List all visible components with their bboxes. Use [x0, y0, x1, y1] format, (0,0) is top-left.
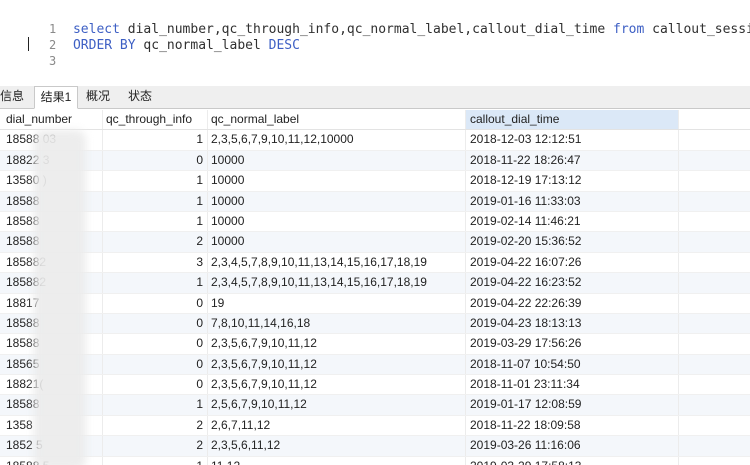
table-row[interactable]: 13580 ) 1 10000 2018-12-19 17:13:12	[0, 171, 750, 192]
cell-qc-normal-label[interactable]: 2,3,5,6,11,12	[208, 436, 466, 456]
column-header-qc-through-info[interactable]: qc_through_info	[103, 110, 208, 130]
cell-qc-through-info[interactable]: 2	[103, 232, 208, 252]
blur-redaction	[34, 130, 86, 465]
cell-callout-dial-time[interactable]: 2019-03-29 17:56:26	[466, 334, 679, 354]
column-header-qc-normal-label[interactable]: qc_normal_label	[208, 110, 466, 130]
table-row[interactable]: 185882 3 2,3,4,5,7,8,9,10,11,13,14,15,16,1…	[0, 252, 750, 274]
cell-qc-through-info[interactable]: 1	[103, 171, 208, 191]
result-tabbar: 信息 结果1 概况 状态	[0, 86, 750, 109]
cell-callout-dial-time[interactable]: 2019-04-22 22:26:39	[466, 293, 679, 313]
tab-info[interactable]: 信息	[0, 86, 28, 108]
cell-qc-normal-label[interactable]: 7,8,10,11,14,16,18	[208, 313, 466, 334]
result-grid[interactable]: dial_number qc_through_info qc_normal_la…	[0, 110, 750, 465]
table-row[interactable]: 18822 3 0 10000 2018-11-22 18:26:47	[0, 150, 750, 172]
cell-callout-dial-time[interactable]: 2018-12-03 12:12:51	[466, 130, 679, 150]
table-row[interactable]: 18588 03 1 2,3,5,6,7,9,10,11,12,10000 2018-…	[0, 130, 750, 151]
cell-qc-through-info[interactable]: 0	[103, 313, 208, 334]
editor-line: 2 ORDER BY qc_normal_label DESC	[0, 21, 300, 53]
cell-callout-dial-time[interactable]: 2019-02-20 15:36:52	[466, 232, 679, 252]
table-row[interactable]: 18588 0 2,3,5,6,7,9,10,11,12 2019-03-29 17:…	[0, 334, 750, 355]
cell-qc-normal-label[interactable]: 19	[208, 293, 466, 313]
cell-qc-normal-label[interactable]: 10000	[208, 150, 466, 171]
cell-callout-dial-time[interactable]: 2019-01-16 11:33:03	[466, 191, 679, 211]
cell-callout-dial-time[interactable]: 2018-11-22 18:09:58	[466, 415, 679, 436]
cell-callout-dial-time[interactable]: 2019-01-17 12:08:59	[466, 395, 679, 415]
cell-qc-through-info[interactable]: 0	[103, 334, 208, 354]
cell-qc-through-info[interactable]: 2	[103, 436, 208, 456]
table-row[interactable]: 18588 1 10000 2019-01-16 11:33:03	[0, 191, 750, 212]
sql-keyword: ORDER BY	[72, 38, 136, 53]
cell-callout-dial-time[interactable]: 2018-11-07 10:54:50	[466, 354, 679, 375]
cell-qc-through-info[interactable]: 0	[103, 150, 208, 171]
cell-qc-through-info[interactable]: 0	[103, 375, 208, 395]
cell-qc-normal-label[interactable]: 10000	[208, 211, 466, 232]
cell-qc-normal-label[interactable]: 10000	[208, 232, 466, 252]
grid-body: 18588 03 1 2,3,5,6,7,9,10,11,12,10000 2018-…	[0, 130, 750, 465]
cell-qc-through-info[interactable]: 1	[103, 456, 208, 465]
text-caret	[28, 37, 29, 51]
cell-qc-normal-label[interactable]: 2,3,4,5,7,8,9,10,11,13,14,15,16,17,18,19	[208, 273, 466, 293]
cell-callout-dial-time[interactable]: 2018-11-22 18:26:47	[466, 150, 679, 171]
cell-callout-dial-time[interactable]: 2018-11-01 23:11:34	[466, 375, 679, 395]
tab-result1[interactable]: 结果1	[34, 86, 78, 109]
table-row[interactable]: 18588 2 10000 2019-02-20 15:36:52	[0, 232, 750, 253]
table-row[interactable]: 18817 0 19 2019-04-22 22:26:39	[0, 293, 750, 314]
table-row[interactable]: 1852 5 2 2,3,5,6,11,12 2019-03-26 11:16:06	[0, 436, 750, 457]
cell-qc-through-info[interactable]: 1	[103, 395, 208, 415]
cell-qc-normal-label[interactable]: 10000	[208, 191, 466, 211]
cell-qc-through-info[interactable]: 1	[103, 211, 208, 232]
table-row[interactable]: 18821(0 2,3,5,6,7,9,10,11,12 2018-11-01 23…	[0, 375, 750, 396]
cell-qc-through-info[interactable]: 0	[103, 354, 208, 375]
cell-callout-dial-time[interactable]: 2019-04-22 16:07:26	[466, 252, 679, 273]
column-header-callout-dial-time[interactable]: callout_dial_time	[466, 110, 679, 130]
cell-qc-through-info[interactable]: 1	[103, 130, 208, 150]
cell-qc-normal-label[interactable]: 10000	[208, 171, 466, 191]
table-row[interactable]: 18588 1 2,5,6,7,9,10,11,12 2019-01-17 12:08…	[0, 395, 750, 416]
table-row[interactable]: 18565 0 2,3,5,6,7,9,10,11,12 2018-11-07 10:…	[0, 354, 750, 376]
tab-overview[interactable]: 概况	[80, 86, 116, 108]
cell-qc-through-info[interactable]: 1	[103, 273, 208, 293]
cell-qc-normal-label[interactable]: 2,3,4,5,7,8,9,10,11,13,14,15,16,17,18,19	[208, 252, 466, 273]
table-row[interactable]: 18588 5111,122019-03-29 17:58:13	[0, 456, 750, 465]
cell-qc-through-info[interactable]: 1	[103, 191, 208, 211]
cell-qc-normal-label[interactable]: 2,3,5,6,7,9,10,11,12	[208, 354, 466, 375]
cell-callout-dial-time[interactable]: 2019-04-22 16:23:52	[466, 273, 679, 293]
table-row[interactable]: 18588 0 7,8,10,11,14,16,18 2019-04-23 18:13…	[0, 313, 750, 335]
table-row[interactable]: 1358 2 2,6,7,11,12 2018-11-22 18:09:58	[0, 415, 750, 437]
cell-qc-through-info[interactable]: 3	[103, 252, 208, 273]
table-row[interactable]: 18588 1 10000 2019-02-14 11:46:21	[0, 211, 750, 233]
cell-qc-normal-label[interactable]: 2,3,5,6,7,9,10,11,12	[208, 375, 466, 395]
editor-line: 3	[0, 37, 65, 68]
cell-qc-normal-label[interactable]: 11,12	[208, 456, 466, 465]
grid-header-row: dial_number qc_through_info qc_normal_la…	[0, 110, 750, 131]
sql-text: callout_session	[652, 22, 750, 37]
table-row[interactable]: 185882 1 2,3,4,5,7,8,9,10,11,13,14,15,16,1…	[0, 273, 750, 294]
cell-callout-dial-time[interactable]: 2019-03-29 17:58:13	[466, 456, 679, 465]
cell-qc-normal-label[interactable]: 2,3,5,6,7,9,10,11,12	[208, 334, 466, 354]
sql-keyword: DESC	[268, 38, 300, 53]
cell-qc-normal-label[interactable]: 2,5,6,7,9,10,11,12	[208, 395, 466, 415]
sql-editor[interactable]: 1 select dial_number,qc_through_info,qc_n…	[0, 0, 750, 82]
cell-qc-through-info[interactable]: 0	[103, 293, 208, 313]
column-header-dial-number[interactable]: dial_number	[2, 110, 103, 130]
line-number: 3	[48, 54, 57, 68]
cell-qc-normal-label[interactable]: 2,3,5,6,7,9,10,11,12,10000	[208, 130, 466, 150]
cell-callout-dial-time[interactable]: 2019-03-26 11:16:06	[466, 436, 679, 456]
cell-qc-normal-label[interactable]: 2,6,7,11,12	[208, 415, 466, 436]
query-window: 1 select dial_number,qc_through_info,qc_n…	[0, 0, 750, 465]
cell-callout-dial-time[interactable]: 2019-04-23 18:13:13	[466, 313, 679, 334]
editor-line: 1 select dial_number,qc_through_info,qc_n…	[0, 5, 750, 37]
cell-callout-dial-time[interactable]: 2019-02-14 11:46:21	[466, 211, 679, 232]
cell-qc-through-info[interactable]: 2	[103, 415, 208, 436]
tab-status[interactable]: 状态	[122, 86, 158, 108]
cell-callout-dial-time[interactable]: 2018-12-19 17:13:12	[466, 171, 679, 191]
sql-keyword: from	[613, 22, 645, 37]
sql-text: qc_normal_label	[135, 38, 269, 53]
